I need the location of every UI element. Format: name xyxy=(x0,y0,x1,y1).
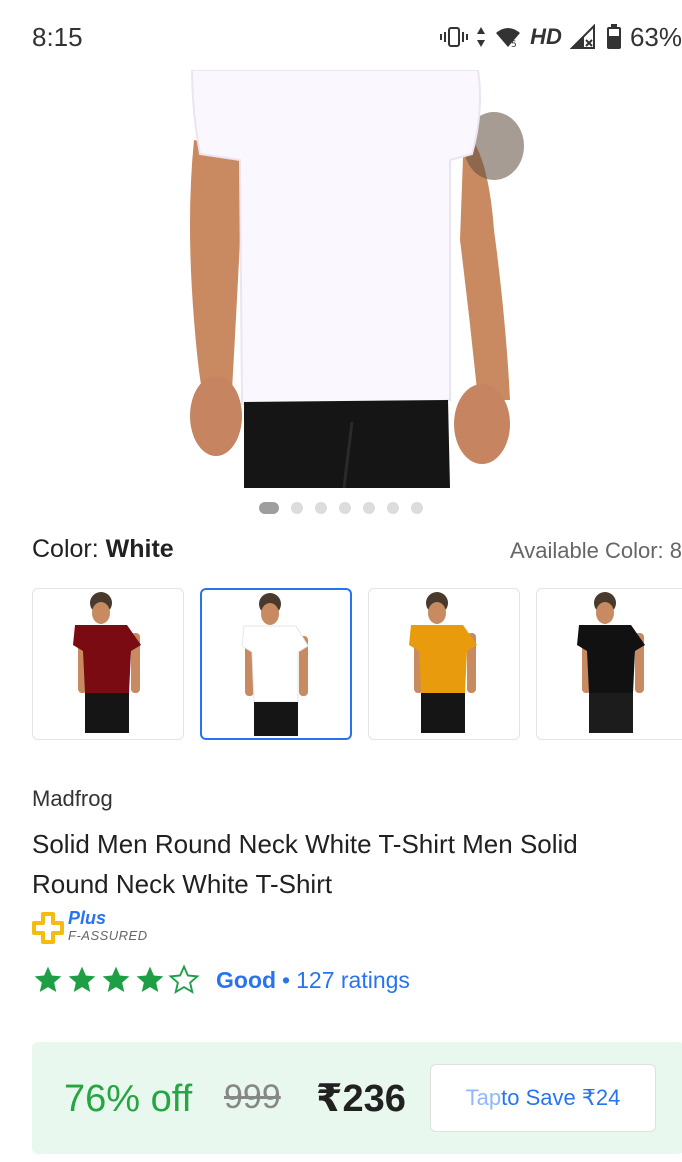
discount-percent: 76% off xyxy=(64,1078,193,1120)
product-image[interactable] xyxy=(188,70,530,488)
star-filled-icon xyxy=(136,966,164,992)
save-text: to Save ₹24 xyxy=(501,1085,621,1110)
available-colors: Available Color: 8 xyxy=(509,538,682,563)
rating-stars xyxy=(32,964,200,996)
status-bar: 8:15 5 HD 63% xyxy=(0,0,682,72)
white-tshirt-thumbnail xyxy=(241,593,309,736)
rating-summary[interactable]: Good • 127 ratings xyxy=(32,962,410,998)
assured-text: F-ASSURED xyxy=(68,928,148,943)
star-filled-icon xyxy=(68,966,96,992)
carousel-dot[interactable] xyxy=(315,502,327,514)
wifi-icon: 5 xyxy=(494,25,522,49)
star-filled-icon xyxy=(102,966,130,992)
swatch-maroon[interactable] xyxy=(32,588,184,740)
rating-count: 127 ratings xyxy=(296,966,410,993)
battery-percent: 63% xyxy=(629,21,682,52)
swatch-mustard[interactable] xyxy=(368,588,520,740)
mrp-price: 999 xyxy=(224,1078,281,1116)
tap-to-save-button[interactable]: Tap to Save ₹24 xyxy=(430,1064,656,1132)
selected-color: White xyxy=(105,535,174,563)
plus-assured-badge[interactable]: Plus F-ASSURED xyxy=(32,908,172,948)
star-empty-icon xyxy=(168,964,200,994)
color-swatches xyxy=(32,588,682,740)
assured-plus-text: Plus xyxy=(68,908,107,928)
swatch-white[interactable] xyxy=(200,588,352,740)
price-section: 76% off 999 ₹236 Tap to Save ₹24 xyxy=(32,1042,682,1154)
maroon-tshirt-thumbnail xyxy=(73,592,141,733)
battery-icon xyxy=(606,24,622,50)
image-carousel-dots xyxy=(0,502,682,514)
carousel-dot[interactable] xyxy=(363,502,375,514)
white-tshirt-photo xyxy=(190,70,524,488)
carousel-dot-active[interactable] xyxy=(259,502,279,514)
rating-separator: • xyxy=(282,966,291,993)
brand-name[interactable]: Madfrog xyxy=(32,786,113,812)
swatch-black[interactable] xyxy=(536,588,682,740)
color-label: Color: White xyxy=(32,535,174,564)
carousel-dot[interactable] xyxy=(291,502,303,514)
vibrate-icon xyxy=(440,25,469,49)
color-selector-header: Color: White Available Color: 8 xyxy=(32,535,682,569)
color-label-text: Color: xyxy=(32,535,99,563)
selling-price: ₹236 xyxy=(316,1078,406,1120)
status-icons: 5 HD 63% xyxy=(440,20,682,54)
network-type: HD xyxy=(530,24,562,49)
star-filled-icon xyxy=(34,966,62,992)
black-tshirt-thumbnail xyxy=(577,592,645,733)
signal-icon xyxy=(569,24,598,50)
carousel-dot[interactable] xyxy=(387,502,399,514)
carousel-dot[interactable] xyxy=(339,502,351,514)
mustard-tshirt-thumbnail xyxy=(409,592,477,733)
assured-badge-icon xyxy=(32,912,64,944)
save-prefix: Tap xyxy=(465,1085,502,1110)
product-title: Solid Men Round Neck White T-Shirt Men S… xyxy=(32,829,578,899)
data-arrows-icon xyxy=(476,25,486,49)
svg-text:5: 5 xyxy=(511,40,517,49)
rating-word: Good xyxy=(216,966,277,993)
carousel-dot[interactable] xyxy=(411,502,423,514)
status-time: 8:15 xyxy=(32,22,83,52)
